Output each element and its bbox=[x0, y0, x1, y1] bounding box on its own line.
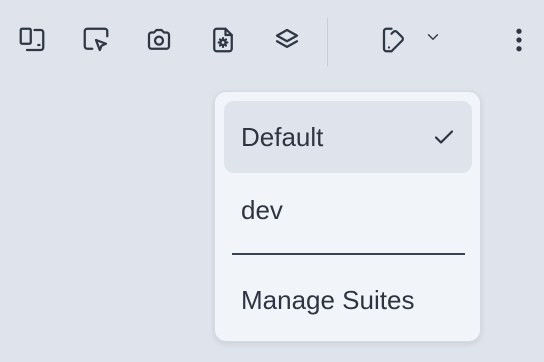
camera-icon bbox=[144, 25, 174, 60]
toolbar-separator bbox=[327, 18, 328, 66]
menu-item-default[interactable]: Default bbox=[224, 101, 472, 173]
screenshot-button[interactable] bbox=[141, 24, 177, 60]
theme-icon bbox=[379, 25, 409, 60]
theme-button[interactable] bbox=[376, 24, 412, 60]
responsive-view-button[interactable] bbox=[14, 24, 50, 60]
toolbar bbox=[0, 0, 544, 86]
theme-dropdown-toggle[interactable] bbox=[416, 21, 450, 57]
document-settings-icon bbox=[208, 25, 238, 60]
manage-suites-label: Manage Suites bbox=[241, 284, 415, 315]
menu-item-dev[interactable]: dev bbox=[224, 174, 472, 246]
select-element-icon bbox=[81, 25, 111, 60]
more-options-button[interactable] bbox=[501, 24, 537, 60]
menu-divider bbox=[232, 253, 465, 255]
select-element-button[interactable] bbox=[78, 24, 114, 60]
check-icon bbox=[432, 125, 456, 149]
document-settings-button[interactable] bbox=[205, 24, 241, 60]
menu-item-label: Default bbox=[241, 121, 324, 152]
manage-suites-item[interactable]: Manage Suites bbox=[224, 264, 472, 336]
more-vertical-icon bbox=[504, 25, 534, 60]
layers-button[interactable] bbox=[269, 24, 305, 60]
layers-icon bbox=[272, 25, 302, 60]
suites-dropdown-menu: Default dev Manage Suites bbox=[214, 91, 481, 342]
responsive-view-icon bbox=[17, 25, 47, 60]
chevron-down-icon bbox=[424, 28, 442, 51]
menu-item-label: dev bbox=[241, 194, 283, 225]
